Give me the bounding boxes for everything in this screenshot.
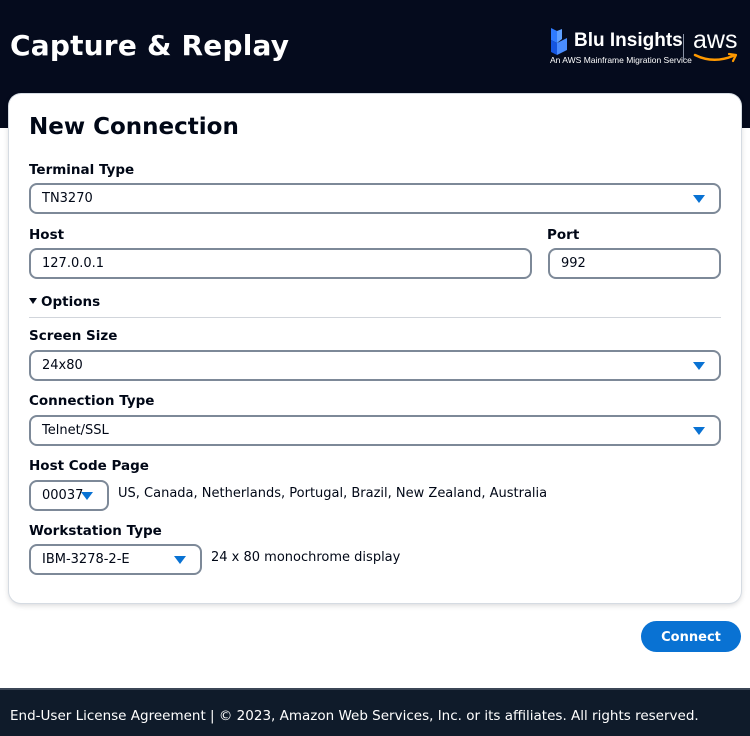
page: Capture & Replay Blu Insights An AWS Mai…	[0, 0, 750, 736]
connection-type-select[interactable]: Telnet/SSL	[29, 415, 721, 446]
app-title: Capture & Replay	[10, 29, 290, 62]
workstation-type-select[interactable]: IBM-3278-2-E	[29, 544, 202, 575]
brand-tagline: An AWS Mainframe Migration Service	[550, 55, 692, 65]
caret-down-icon	[29, 298, 37, 304]
options-toggle[interactable]: Options	[29, 294, 100, 310]
chevron-down-icon	[693, 195, 705, 203]
screen-size-value: 24x80	[42, 358, 83, 373]
host-code-page-label: Host Code Page	[29, 458, 149, 474]
screen-size-select[interactable]: 24x80	[29, 350, 721, 381]
options-label: Options	[41, 294, 101, 310]
chevron-down-icon	[693, 362, 705, 370]
footer-bar: End-User License Agreement | © 2023, Ama…	[0, 688, 750, 736]
screen-size-label: Screen Size	[29, 328, 118, 344]
options-divider	[29, 317, 721, 318]
host-code-page-value: 00037	[42, 488, 84, 503]
chevron-down-icon	[174, 556, 186, 564]
chevron-down-icon	[693, 427, 705, 435]
port-value: 992	[561, 256, 586, 271]
terminal-type-select[interactable]: TN3270	[29, 183, 721, 214]
connection-type-value: Telnet/SSL	[42, 423, 109, 438]
port-input[interactable]: 992	[548, 248, 721, 279]
host-value: 127.0.0.1	[42, 256, 105, 271]
host-code-page-description: US, Canada, Netherlands, Portugal, Brazi…	[118, 486, 548, 501]
workstation-type-description: 24 x 80 monochrome display	[211, 550, 401, 565]
connection-type-label: Connection Type	[29, 393, 155, 409]
new-connection-panel: New Connection Terminal Type TN3270 Host…	[9, 94, 741, 603]
aws-logo-text: aws	[693, 26, 738, 54]
workstation-type-value: IBM-3278-2-E	[42, 552, 130, 567]
panel-title: New Connection	[29, 114, 239, 140]
aws-smile-icon	[693, 52, 738, 63]
port-label: Port	[547, 227, 580, 243]
blu-insights-logo-icon	[551, 28, 567, 55]
workstation-type-label: Workstation Type	[29, 523, 162, 539]
brand-divider	[683, 34, 684, 60]
brand-name: Blu Insights	[574, 30, 683, 51]
connect-button[interactable]: Connect	[641, 621, 741, 652]
host-code-page-select[interactable]: 00037	[29, 480, 109, 511]
chevron-down-icon	[81, 492, 93, 500]
terminal-type-value: TN3270	[42, 191, 93, 206]
footer-text[interactable]: End-User License Agreement | © 2023, Ama…	[10, 708, 699, 724]
host-input[interactable]: 127.0.0.1	[29, 248, 532, 279]
terminal-type-label: Terminal Type	[29, 162, 135, 178]
host-label: Host	[29, 227, 65, 243]
